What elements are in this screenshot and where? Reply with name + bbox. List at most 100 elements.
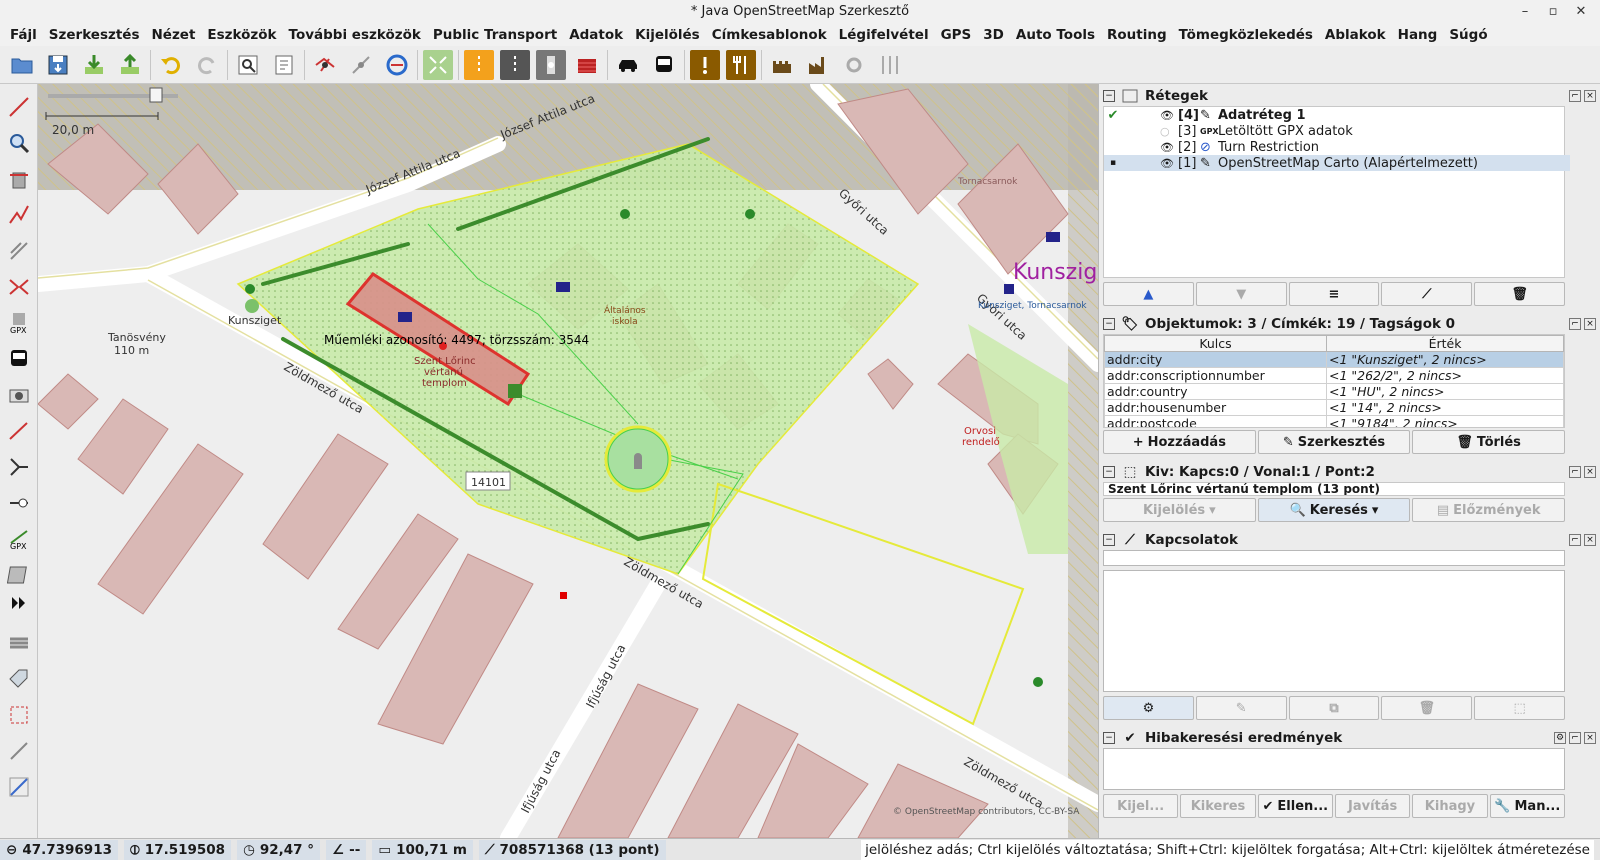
- menu-gps[interactable]: GPS: [941, 27, 972, 43]
- zoom-to-data-icon[interactable]: [269, 50, 299, 80]
- relation-delete-icon[interactable]: 🗑: [1381, 696, 1473, 720]
- visibility-eye-icon[interactable]: 👁: [1160, 109, 1178, 122]
- redo-icon[interactable]: [192, 50, 222, 80]
- collapse-toggle-icon[interactable]: −: [1103, 466, 1115, 478]
- delete-tag-button[interactable]: 🗑 Törlés: [1412, 430, 1566, 454]
- map-view[interactable]: 20,0 m József Attila utca József Attila …: [38, 84, 1098, 838]
- layer-item[interactable]: 👁 [2] ⊘ Turn Restriction: [1104, 139, 1570, 155]
- relation-edit-icon[interactable]: ✎: [1195, 696, 1287, 720]
- pin-icon[interactable]: ⌐: [1569, 318, 1581, 330]
- relations-list[interactable]: [1103, 570, 1565, 692]
- upload-icon[interactable]: [115, 50, 145, 80]
- tag-row[interactable]: addr:country <1 "HU", 2 nincs>: [1104, 383, 1564, 400]
- validation-ignore-button[interactable]: Kihagy: [1412, 794, 1488, 818]
- menu-3d[interactable]: 3D: [983, 27, 1004, 43]
- move-down-icon[interactable]: ▼: [1195, 282, 1287, 306]
- imagery-icon[interactable]: [423, 49, 453, 80]
- select-button[interactable]: Kijelölés ▾: [1103, 498, 1256, 522]
- collapse-toggle-icon[interactable]: −: [1103, 732, 1115, 744]
- menu-presets[interactable]: Címkesablonok: [712, 27, 827, 43]
- menu-routing[interactable]: Routing: [1107, 27, 1167, 43]
- relations-panel-icon[interactable]: [4, 736, 34, 766]
- settings-icon[interactable]: ⚙: [1554, 732, 1566, 744]
- relation-settings-icon[interactable]: ⚙: [1103, 696, 1194, 720]
- validation-select-button[interactable]: Kijel...: [1103, 794, 1179, 818]
- relation-copy-icon[interactable]: ⧉: [1288, 696, 1380, 720]
- close-panel-icon[interactable]: ×: [1584, 732, 1596, 744]
- maximize-button[interactable]: ▫: [1542, 0, 1564, 24]
- gpx-tracks-icon[interactable]: GPX: [4, 524, 34, 554]
- history-button[interactable]: ▤ Előzmények: [1412, 498, 1566, 522]
- menu-tools[interactable]: Eszközök: [207, 27, 276, 43]
- close-panel-icon[interactable]: ×: [1584, 534, 1596, 546]
- layers-panel-icon[interactable]: [4, 628, 34, 658]
- car-icon[interactable]: [613, 50, 643, 80]
- layer-item[interactable]: ✔ 👁 [4] ✎ Adatréteg 1: [1104, 107, 1570, 123]
- traffic-signals-icon[interactable]: [536, 49, 566, 80]
- tags-panel-icon[interactable]: [4, 664, 34, 694]
- bus-icon[interactable]: [649, 50, 679, 80]
- pin-icon[interactable]: ⌐: [1569, 534, 1581, 546]
- draw-icon[interactable]: [4, 92, 34, 122]
- add-tag-button[interactable]: + Hozzáadás: [1103, 430, 1256, 454]
- menu-edit[interactable]: Szerkesztés: [49, 27, 140, 43]
- restaurant-icon[interactable]: [726, 49, 756, 80]
- tag-row[interactable]: addr:housenumber <1 "14", 2 nincs>: [1104, 399, 1564, 416]
- menu-transit[interactable]: Tömegközlekedés: [1179, 27, 1313, 43]
- visibility-eye-icon[interactable]: ○: [1160, 125, 1178, 138]
- validation-results[interactable]: [1103, 748, 1565, 790]
- menu-audio[interactable]: Hang: [1398, 27, 1438, 43]
- visibility-eye-icon[interactable]: 👁: [1160, 157, 1178, 170]
- refresh-icon[interactable]: [382, 50, 412, 80]
- move-up-icon[interactable]: ▲: [1103, 282, 1194, 306]
- edit-tag-button[interactable]: ✎ Szerkesztés: [1257, 430, 1411, 454]
- castle-icon[interactable]: [767, 50, 797, 80]
- select-nodes-icon[interactable]: [4, 452, 34, 482]
- road-icon[interactable]: [500, 49, 530, 80]
- selection-list-item[interactable]: Szent Lőrinc vértanú templom (13 pont): [1103, 482, 1565, 496]
- combine-way-icon[interactable]: [4, 272, 34, 302]
- menu-file[interactable]: Fájl: [10, 27, 37, 43]
- factory-icon[interactable]: [803, 50, 833, 80]
- menu-help[interactable]: Súgó: [1449, 27, 1487, 43]
- validator-panel-icon[interactable]: [4, 772, 34, 802]
- close-panel-icon[interactable]: ×: [1584, 466, 1596, 478]
- zoom-icon[interactable]: [4, 128, 34, 158]
- pin-icon[interactable]: ⌐: [1569, 732, 1581, 744]
- pin-icon[interactable]: ⌐: [1569, 90, 1581, 102]
- preferences-icon[interactable]: [233, 50, 263, 80]
- open-file-icon[interactable]: [7, 50, 37, 80]
- more-tools-icon[interactable]: [4, 588, 34, 618]
- tag-row[interactable]: addr:city <1 "Kunsziget", 2 nincs>: [1104, 351, 1564, 368]
- close-panel-icon[interactable]: ×: [1584, 318, 1596, 330]
- minimize-button[interactable]: –: [1514, 0, 1536, 24]
- menu-windows[interactable]: Ablakok: [1325, 27, 1386, 43]
- photo-icon[interactable]: [4, 380, 34, 410]
- download-icon[interactable]: [79, 50, 109, 80]
- validation-lookup-button[interactable]: Kikeres: [1180, 794, 1256, 818]
- way-icon[interactable]: [346, 50, 376, 80]
- pin-icon[interactable]: ⌐: [1569, 466, 1581, 478]
- relation-select-icon[interactable]: ⬚: [1474, 696, 1565, 720]
- validation-manage-button[interactable]: 🔧 Man...: [1489, 794, 1565, 818]
- collapse-toggle-icon[interactable]: −: [1103, 534, 1115, 546]
- collapse-toggle-icon[interactable]: −: [1103, 318, 1115, 330]
- imagery-offset-icon[interactable]: [4, 560, 34, 590]
- menu-auto-tools[interactable]: Auto Tools: [1016, 27, 1095, 43]
- close-panel-icon[interactable]: ×: [1584, 90, 1596, 102]
- layer-item[interactable]: ○ [3] GPX Letöltött GPX adatok: [1104, 123, 1570, 139]
- relation-filter-input[interactable]: [1103, 550, 1565, 566]
- menu-more-tools[interactable]: További eszközök: [289, 27, 421, 43]
- gpx-icon[interactable]: GPX: [4, 308, 34, 338]
- split-way-icon[interactable]: [4, 200, 34, 230]
- undo-icon[interactable]: [156, 50, 186, 80]
- menu-view[interactable]: Nézet: [152, 27, 196, 43]
- bus-stop-icon[interactable]: [4, 344, 34, 374]
- key-column-header[interactable]: Kulcs: [1104, 335, 1327, 352]
- merge-layer-icon[interactable]: ≡: [1288, 282, 1380, 306]
- delete-icon[interactable]: [4, 164, 34, 194]
- exclamation-icon[interactable]: [690, 49, 720, 80]
- tag-row[interactable]: addr:postcode <1 "9184", 2 nincs>: [1104, 415, 1564, 427]
- layer-tools-icon[interactable]: ⟋: [1381, 282, 1473, 306]
- layer-item[interactable]: ▪ 👁 [1] ✎ OpenStreetMap Carto (Alapértel…: [1104, 155, 1570, 171]
